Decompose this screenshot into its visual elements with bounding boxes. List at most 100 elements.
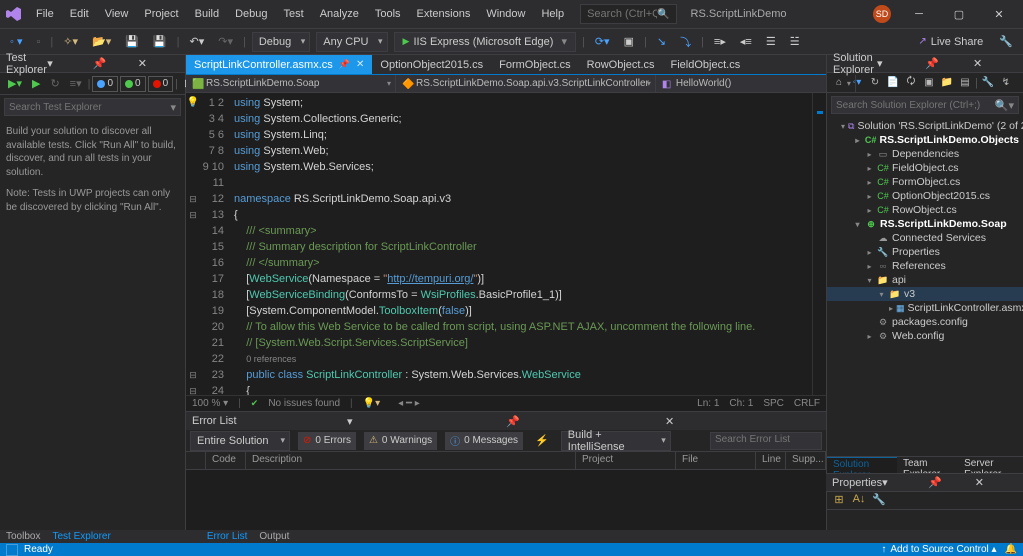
doc-tab[interactable]: RowObject.cs xyxy=(579,55,663,74)
lightbulb-icon[interactable]: 💡▾ xyxy=(363,398,380,409)
tree-node[interactable]: ▸🔧Properties xyxy=(827,245,1023,259)
pin-icon[interactable]: 📌 xyxy=(506,415,661,428)
collapse-icon[interactable]: ▣ xyxy=(921,75,937,91)
expand-icon[interactable]: ▸ xyxy=(865,164,874,173)
search-clear-icon[interactable]: ▾ xyxy=(166,101,180,114)
side-tab[interactable]: Solution Explorer xyxy=(827,457,897,473)
new-button[interactable]: ✧▾ xyxy=(59,32,82,52)
dropdown-icon[interactable]: ▾ xyxy=(47,57,88,70)
error-list-column[interactable] xyxy=(186,452,206,469)
expand-icon[interactable]: ▾ xyxy=(853,220,862,229)
alpha-sort-icon[interactable]: A↓ xyxy=(851,491,867,507)
run-all-tests-button[interactable]: ▶▾ xyxy=(4,74,26,94)
error-list-column[interactable]: Line xyxy=(756,452,786,469)
error-list-search-input[interactable] xyxy=(711,434,821,445)
outdent-button[interactable]: ◂≡ xyxy=(736,32,756,52)
props-pages-icon[interactable]: 🔧 xyxy=(871,491,887,507)
tree-node[interactable]: ▸▫▫References xyxy=(827,259,1023,273)
test-explorer-search-input[interactable] xyxy=(5,102,166,113)
maximize-icon[interactable]: ▢ xyxy=(939,4,979,24)
warnings-filter[interactable]: ⚠0 Warnings xyxy=(364,432,437,450)
repeat-tests-button[interactable]: ↻ xyxy=(46,74,63,94)
publish-button[interactable]: ▣ xyxy=(620,32,638,52)
fold-icon[interactable]: ⊟ xyxy=(186,191,200,207)
side-tab[interactable]: Team Explorer xyxy=(897,457,958,473)
fold-icon[interactable]: ⊟ xyxy=(186,207,200,223)
save-button[interactable]: 💾 xyxy=(121,32,143,52)
indent-button[interactable]: ≡▸ xyxy=(710,32,730,52)
expand-icon[interactable]: ▸ xyxy=(865,206,874,215)
solution-explorer-search[interactable]: 🔍▾ xyxy=(831,96,1019,114)
menu-tools[interactable]: Tools xyxy=(367,4,409,24)
test-count-badge[interactable]: 0 xyxy=(92,76,118,92)
errors-filter[interactable]: ⊘0 Errors xyxy=(298,432,356,450)
menu-analyze[interactable]: Analyze xyxy=(312,4,367,24)
menu-help[interactable]: Help xyxy=(533,4,572,24)
expand-icon[interactable]: ▾ xyxy=(865,276,874,285)
browser-link-button[interactable]: ⟳▾ xyxy=(591,32,614,52)
bottom-tab[interactable]: Error List xyxy=(201,530,254,543)
pin-icon[interactable]: 📌 xyxy=(339,59,350,70)
doc-tab[interactable]: FormObject.cs xyxy=(491,55,579,74)
tree-node[interactable]: ▾📁v3 xyxy=(827,287,1023,301)
menu-view[interactable]: View xyxy=(97,4,137,24)
quick-search[interactable]: 🔍 xyxy=(580,4,676,24)
pin-icon[interactable]: 📌 xyxy=(925,57,969,70)
doc-tab[interactable]: ScriptLinkController.asmx.cs📌✕ xyxy=(186,55,372,74)
test-pass-badge[interactable]: 0 xyxy=(120,76,146,92)
menu-debug[interactable]: Debug xyxy=(227,4,275,24)
step-over-button[interactable]: ⤵ xyxy=(676,32,695,52)
menu-build[interactable]: Build xyxy=(187,4,227,24)
tree-node[interactable]: ▸▭Dependencies xyxy=(827,147,1023,161)
run-button[interactable]: ▶IIS Express (Microsoft Edge)▾ xyxy=(394,32,576,52)
expand-icon[interactable]: ▸ xyxy=(865,262,874,271)
nav-project-combo[interactable]: 🟩 RS.ScriptLinkDemo.Soap xyxy=(186,75,396,92)
pin-icon[interactable]: 📌 xyxy=(93,57,134,70)
expand-icon[interactable]: ▸ xyxy=(853,136,862,145)
menu-window[interactable]: Window xyxy=(478,4,533,24)
build-config-combo[interactable]: Debug xyxy=(252,32,310,52)
tree-node[interactable]: ▾📁api xyxy=(827,273,1023,287)
dropdown-icon[interactable]: ▾ xyxy=(882,476,924,489)
test-fail-badge[interactable]: 0 xyxy=(148,76,174,92)
expand-icon[interactable]: ▾ xyxy=(877,290,886,299)
doc-tab[interactable]: OptionObject2015.cs xyxy=(372,55,491,74)
nav-fwd-button[interactable]: ▫ xyxy=(32,32,44,52)
uncomment-button[interactable]: ☱ xyxy=(786,32,804,52)
tree-node[interactable]: ▸C#RowObject.cs xyxy=(827,203,1023,217)
side-tab[interactable]: Server Explorer xyxy=(958,457,1023,473)
expand-icon[interactable]: ▾ xyxy=(841,122,845,131)
close-icon[interactable]: ✕ xyxy=(665,415,820,428)
lightbulb-icon[interactable]: 💡 xyxy=(186,95,200,111)
close-icon[interactable]: ✕ xyxy=(138,57,179,70)
step-into-button[interactable]: ↘ xyxy=(653,32,670,52)
user-avatar[interactable]: SD xyxy=(873,5,891,23)
liveshare-button[interactable]: ↗ Live Share xyxy=(918,36,983,48)
tree-node[interactable]: ▸C#FieldObject.cs xyxy=(827,161,1023,175)
properties-icon[interactable]: 🔧 xyxy=(980,75,996,91)
solution-explorer-search-input[interactable] xyxy=(832,100,991,111)
categorize-icon[interactable]: ⊞ xyxy=(831,491,847,507)
quick-search-input[interactable] xyxy=(587,8,657,20)
error-list-column[interactable]: Project xyxy=(576,452,676,469)
code-area[interactable]: using System; using System.Collections.G… xyxy=(230,93,812,395)
tree-node[interactable]: ▾⊕RS.ScriptLinkDemo.Soap xyxy=(827,217,1023,231)
undo-button[interactable]: ↶▾ xyxy=(185,32,208,52)
show-all-icon[interactable]: 📁 xyxy=(939,75,955,91)
tree-node[interactable]: ▾⧉Solution 'RS.ScriptLinkDemo' (2 of 2 p… xyxy=(827,119,1023,133)
test-explorer-search[interactable]: ▾ xyxy=(4,98,181,116)
dropdown-icon[interactable]: ▾ xyxy=(877,57,921,70)
filter-button[interactable]: ⚡ xyxy=(531,431,553,451)
build-platform-combo[interactable]: Any CPU xyxy=(316,32,387,52)
menu-extensions[interactable]: Extensions xyxy=(409,4,479,24)
run-tests-button[interactable]: ▶ xyxy=(28,74,44,94)
sync-icon[interactable]: ↻ xyxy=(867,75,883,91)
fold-icon[interactable]: ⊟ xyxy=(186,367,200,383)
messages-filter[interactable]: ⓘ0 Messages xyxy=(445,432,523,450)
pending-icon[interactable]: 📄 xyxy=(885,75,901,91)
bottom-tab[interactable]: Test Explorer xyxy=(46,530,116,543)
refresh-icon[interactable]: 🗘 xyxy=(903,75,919,91)
error-list-column[interactable]: Description xyxy=(246,452,576,469)
menu-project[interactable]: Project xyxy=(136,4,186,24)
expand-icon[interactable]: ▸ xyxy=(865,150,874,159)
